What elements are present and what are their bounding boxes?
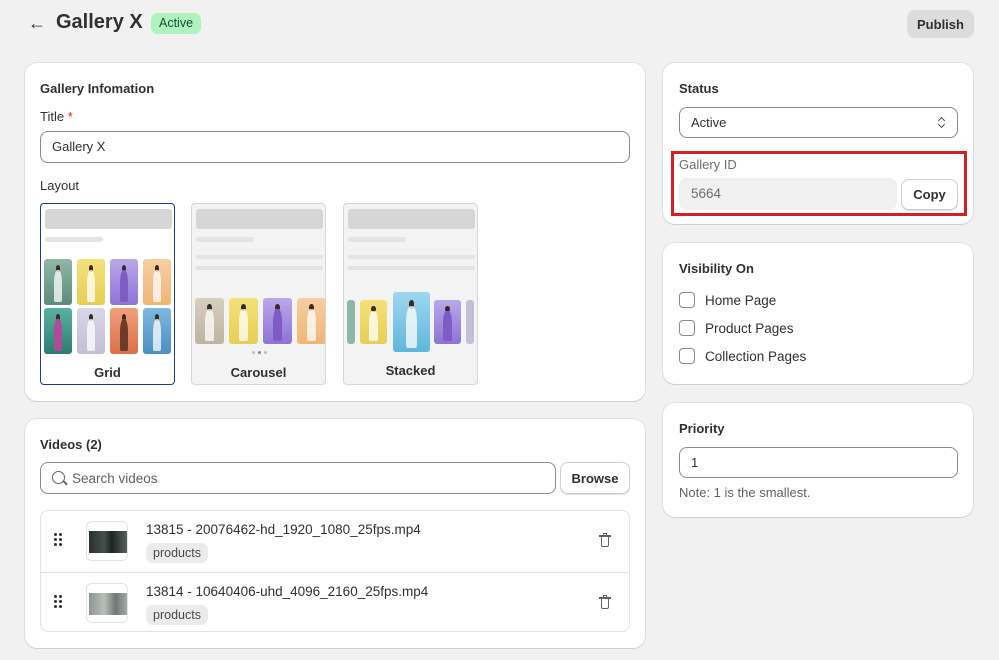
video-row: 13815 - 20076462-hd_1920_1080_25fps.mp4 … [41,511,629,571]
layout-preview-line [348,237,406,242]
gallery-information-heading: Gallery Infomation [40,81,155,96]
carousel-dots [252,351,268,355]
layout-option-grid[interactable]: Grid [40,203,175,385]
priority-input[interactable]: 1 [679,447,958,478]
layout-option-carousel[interactable]: Carousel [191,203,326,385]
status-select[interactable]: Active [679,107,958,138]
preview-thumbnail [143,259,171,305]
collection-pages-label: Collection Pages [705,349,807,364]
layout-label: Layout [40,178,80,193]
preview-thumbnail [77,308,105,354]
preview-thumbnail [347,300,355,344]
title-label-text: Title [40,109,65,124]
video-tag: products [146,605,208,625]
preview-thumbnail [44,308,72,354]
browse-button[interactable]: Browse [560,462,630,494]
preview-thumbnail [360,300,387,344]
search-icon [52,471,65,484]
drag-handle-icon[interactable] [54,533,64,547]
priority-note: Note: 1 is the smallest. [679,485,811,500]
layout-preview-bar [196,209,323,229]
home-page-checkbox[interactable] [679,292,695,308]
layout-preview-line [348,266,475,270]
videos-heading: Videos (2) [40,437,102,452]
layout-option-label: Carousel [230,365,287,380]
layout-preview-line [196,255,323,259]
publish-button[interactable]: Publish [907,10,974,38]
search-placeholder: Search videos [72,471,158,486]
preview-thumbnail [110,308,138,354]
preview-thumbnail [434,300,461,344]
priority-heading: Priority [679,421,725,436]
video-list: 13815 - 20076462-hd_1920_1080_25fps.mp4 … [40,510,630,632]
video-tag: products [146,543,208,563]
arrow-left-icon[interactable]: ← [28,12,50,34]
product-pages-checkbox[interactable] [679,320,695,336]
visibility-heading: Visibility On [679,261,754,276]
highlight-box [671,151,967,216]
video-thumbnail [86,583,128,623]
trash-icon[interactable] [599,595,611,610]
search-videos-input[interactable]: Search videos [40,462,556,494]
layout-preview-line [196,237,254,242]
product-pages-label: Product Pages [705,321,794,336]
preview-thumbnail [77,259,105,305]
chevron-up-down-icon [937,116,946,130]
status-badge: Active [151,13,202,34]
layout-preview-bar [45,209,172,229]
collection-pages-checkbox[interactable] [679,348,695,364]
preview-thumbnail [44,259,72,305]
page-title: Gallery X [56,11,143,33]
page-header: ← Gallery X Active Publish [0,0,999,48]
home-page-label: Home Page [705,293,777,308]
preview-thumbnail [229,298,258,344]
layout-option-stacked[interactable]: Stacked [343,203,478,385]
required-mark: * [67,109,73,124]
title-input[interactable]: Gallery X [40,131,630,163]
layout-option-label: Grid [94,365,121,380]
video-name: 13815 - 20076462-hd_1920_1080_25fps.mp4 [146,522,421,537]
status-heading: Status [679,81,719,96]
title-label: Title * [40,109,73,124]
video-row: 13814 - 10640406-uhd_4096_2160_25fps.mp4… [41,572,629,632]
layout-preview-bar [348,209,475,229]
preview-thumbnail [110,259,138,305]
preview-thumbnail [297,298,325,344]
drag-handle-icon[interactable] [54,595,64,609]
layout-preview-line [196,266,323,270]
preview-thumbnail [393,292,430,352]
preview-thumbnail [466,300,474,344]
preview-thumbnail [143,308,171,354]
video-thumbnail [86,521,128,561]
status-select-value: Active [691,115,727,130]
layout-preview-line [45,237,103,242]
video-name: 13814 - 10640406-uhd_4096_2160_25fps.mp4 [146,584,429,599]
layout-preview-line [348,255,475,259]
preview-thumbnail [195,298,224,344]
preview-thumbnail [263,298,292,344]
layout-option-label: Stacked [385,363,436,378]
trash-icon[interactable] [599,533,611,548]
